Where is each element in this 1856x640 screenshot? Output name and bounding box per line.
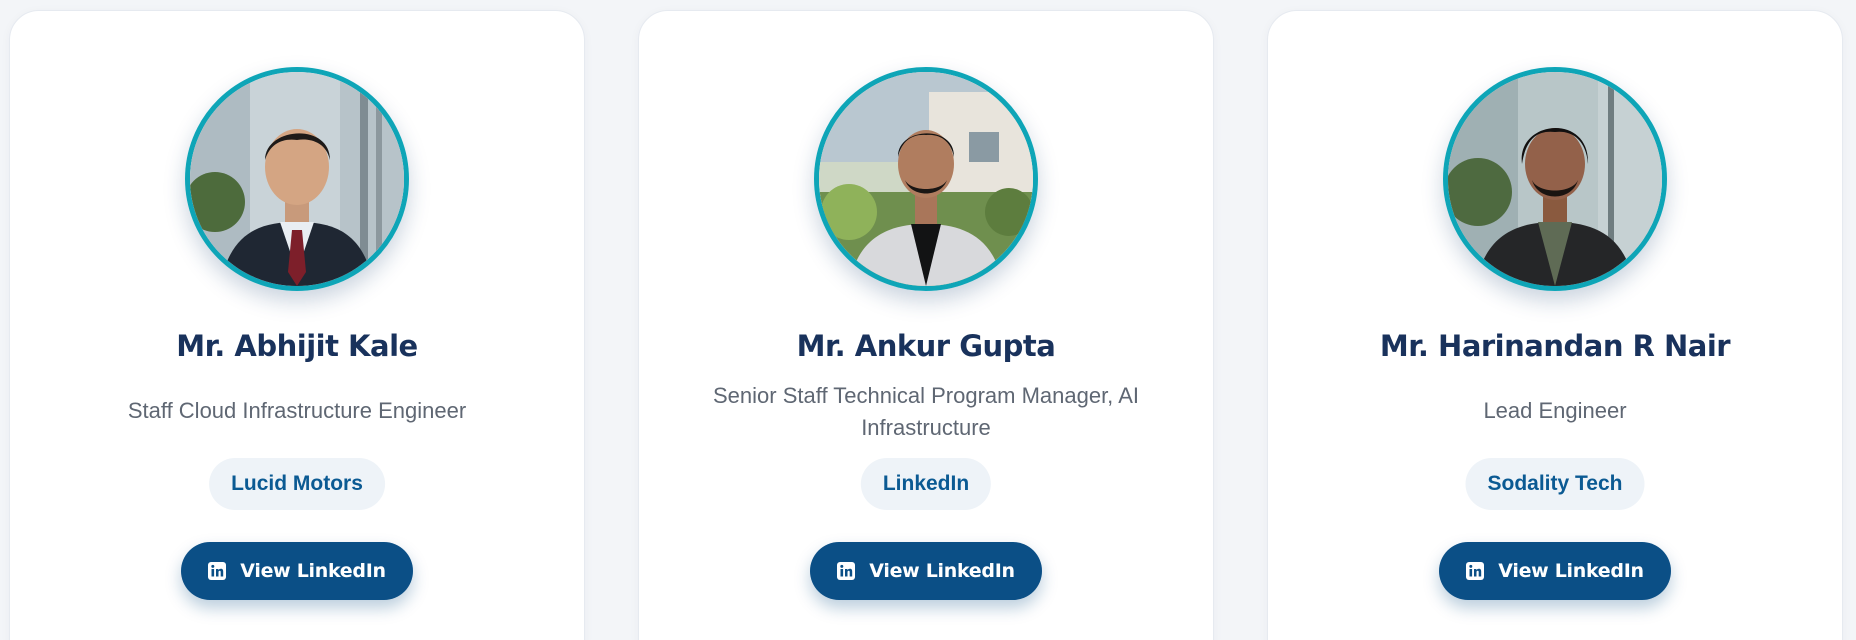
linkedin-icon: [1466, 562, 1485, 580]
avatar: [185, 67, 409, 291]
profile-name: Mr. Harinandan R Nair: [1379, 329, 1731, 363]
profile-name: Mr. Ankur Gupta: [796, 329, 1056, 363]
company-badge: LinkedIn: [860, 458, 992, 510]
view-linkedin-button[interactable]: View LinkedIn: [1439, 542, 1671, 600]
profile-name: Mr. Abhijit Kale: [176, 329, 418, 363]
speaker-grid: Mr. Abhijit Kale Staff Cloud Infrastruct…: [0, 0, 1856, 640]
linkedin-icon: [837, 562, 856, 580]
view-linkedin-button[interactable]: View LinkedIn: [181, 542, 413, 600]
profile-photo: [190, 72, 404, 286]
company-badge: Sodality Tech: [1465, 458, 1645, 510]
view-linkedin-label: View LinkedIn: [869, 560, 1015, 582]
view-linkedin-button[interactable]: View LinkedIn: [810, 542, 1042, 600]
profile-photo: [1448, 72, 1662, 286]
company-badge: Lucid Motors: [209, 458, 385, 510]
linkedin-icon: [208, 562, 227, 580]
profile-role: Lead Engineer: [1483, 398, 1627, 423]
view-linkedin-label: View LinkedIn: [1498, 560, 1644, 582]
profile-role: Senior Staff Technical Program Manager, …: [713, 383, 1139, 440]
profile-role: Staff Cloud Infrastructure Engineer: [127, 398, 467, 423]
avatar: [1443, 67, 1667, 291]
profile-photo: [819, 72, 1033, 286]
avatar: [814, 67, 1038, 291]
profile-card: Mr. Harinandan R Nair Lead Engineer Soda…: [1267, 10, 1843, 640]
profile-card: Mr. Ankur Gupta Senior Staff Technical P…: [638, 10, 1214, 640]
view-linkedin-label: View LinkedIn: [240, 560, 386, 582]
profile-card: Mr. Abhijit Kale Staff Cloud Infrastruct…: [9, 10, 585, 640]
